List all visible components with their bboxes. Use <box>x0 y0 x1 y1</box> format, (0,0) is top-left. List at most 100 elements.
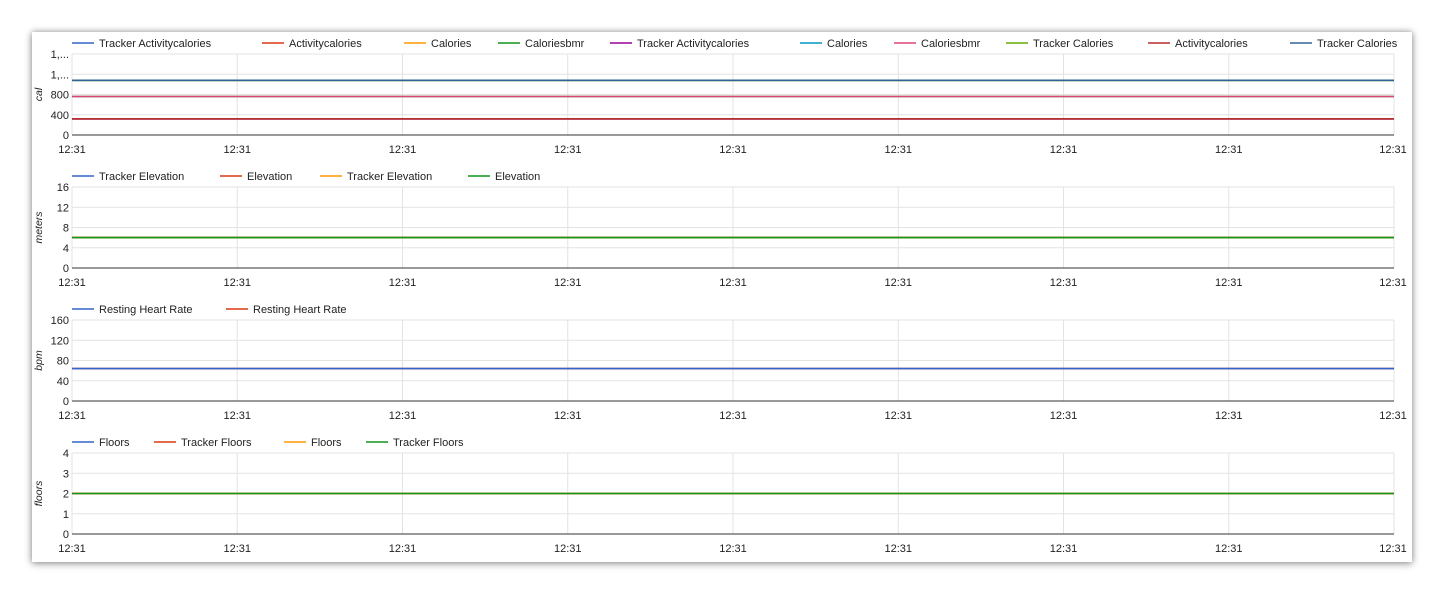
x-tick-label: 12:31 <box>1215 543 1243 555</box>
legend-item[interactable]: Caloriesbmr <box>498 38 585 50</box>
y-tick-label: 80 <box>57 356 69 368</box>
legend-label: Activitycalories <box>1175 38 1248 50</box>
y-tick-label: 4 <box>63 448 69 460</box>
x-tick-label: 12:31 <box>1379 277 1407 289</box>
x-tick-label: 12:31 <box>1379 144 1407 156</box>
legend-item[interactable]: Calories <box>404 38 472 50</box>
legend-label: Tracker Activitycalories <box>99 38 212 50</box>
x-tick-label: 12:31 <box>1050 543 1078 555</box>
legend-item[interactable]: Resting Heart Rate <box>226 304 347 316</box>
elevation-chart: 0 4 8 12 16 12:31 12:31 12:31 12:31 12:31 12:31 12:… <box>33 171 1407 289</box>
legend-item[interactable]: Floors <box>284 437 342 449</box>
y-tick-label: 4 <box>63 243 69 255</box>
x-tick-label: 12:31 <box>719 277 747 289</box>
y-axis-title: cal <box>33 87 45 101</box>
y-tick-label: 1,... <box>51 49 69 61</box>
legend-item[interactable]: Tracker Floors <box>366 437 464 449</box>
y-axis-title: bpm <box>33 350 45 371</box>
x-tick-label: 12:31 <box>223 277 251 289</box>
legend-label: Tracker Floors <box>393 437 464 449</box>
y-tick-label: 2 <box>63 489 69 501</box>
x-tick-label: 12:31 <box>1050 144 1078 156</box>
y-tick-label: 120 <box>51 335 69 347</box>
x-tick-label: 12:31 <box>884 543 912 555</box>
legend-label: Floors <box>99 437 130 449</box>
y-tick-label: 40 <box>57 376 69 388</box>
legend-label: Tracker Elevation <box>99 171 184 183</box>
legend-item[interactable]: Caloriesbmr <box>894 38 981 50</box>
x-tick-label: 12:31 <box>719 410 747 422</box>
y-tick-label: 800 <box>51 90 69 102</box>
legend-item[interactable]: Activitycalories <box>262 38 362 50</box>
legend-item[interactable]: Tracker Elevation <box>320 171 432 183</box>
legend-item[interactable]: Calories <box>800 38 868 50</box>
x-tick-label: 12:31 <box>719 144 747 156</box>
legend-label: Tracker Elevation <box>347 171 432 183</box>
x-tick-label: 12:31 <box>1379 410 1407 422</box>
x-tick-label: 12:31 <box>884 144 912 156</box>
legend-item[interactable]: Elevation <box>468 171 540 183</box>
y-tick-label: 8 <box>63 223 69 235</box>
x-tick-label: 12:31 <box>223 543 251 555</box>
x-tick-label: 12:31 <box>223 410 251 422</box>
legend-label: Floors <box>311 437 342 449</box>
legend-label: Caloriesbmr <box>525 38 585 50</box>
x-tick-label: 12:31 <box>389 144 417 156</box>
legend-label: Resting Heart Rate <box>253 304 347 316</box>
y-tick-label: 1,... <box>51 69 69 81</box>
legend-item[interactable]: Tracker Floors <box>154 437 252 449</box>
y-tick-label: 0 <box>63 130 69 142</box>
y-axis-title: floors <box>33 480 45 506</box>
heart-rate-chart: 0 40 80 120 160 12:31 12:31 12:31 12:31 12:31 12:3… <box>33 304 1407 422</box>
legend-label: Tracker Calories <box>1033 38 1114 50</box>
x-tick-label: 12:31 <box>389 277 417 289</box>
y-tick-label: 16 <box>57 182 69 194</box>
x-tick-label: 12:31 <box>223 144 251 156</box>
x-tick-label: 12:31 <box>884 410 912 422</box>
x-tick-label: 12:31 <box>389 410 417 422</box>
legend-label: Caloriesbmr <box>921 38 981 50</box>
y-tick-label: 0 <box>63 529 69 541</box>
legend-item[interactable]: Resting Heart Rate <box>72 304 193 316</box>
x-tick-label: 12:31 <box>389 543 417 555</box>
calories-chart: 0 400 800 1,... 1,... 12:31 12:31 12:31 12:31 12:… <box>33 38 1407 156</box>
x-tick-label: 12:31 <box>58 144 86 156</box>
y-tick-label: 0 <box>63 263 69 275</box>
x-tick-label: 12:31 <box>1215 144 1243 156</box>
legend-item[interactable]: Tracker Calories <box>1290 38 1398 50</box>
y-axis-title: meters <box>33 211 45 244</box>
legend-label: Tracker Calories <box>1317 38 1398 50</box>
x-tick-label: 12:31 <box>1050 410 1078 422</box>
legend-item[interactable]: Activitycalories <box>1148 38 1248 50</box>
x-tick-label: 12:31 <box>58 543 86 555</box>
x-tick-label: 12:31 <box>554 144 582 156</box>
x-tick-label: 12:31 <box>1215 277 1243 289</box>
legend-item[interactable]: Tracker Activitycalories <box>610 38 750 50</box>
legend-label: Activitycalories <box>289 38 362 50</box>
y-tick-label: 3 <box>63 468 69 480</box>
y-tick-label: 1 <box>63 509 69 521</box>
legend-label: Elevation <box>495 171 540 183</box>
x-tick-label: 12:31 <box>554 410 582 422</box>
x-tick-label: 12:31 <box>554 277 582 289</box>
x-tick-label: 12:31 <box>1215 410 1243 422</box>
y-tick-label: 0 <box>63 396 69 408</box>
legend-label: Elevation <box>247 171 292 183</box>
legend-item[interactable]: Elevation <box>220 171 292 183</box>
x-tick-label: 12:31 <box>719 543 747 555</box>
legend-item[interactable]: Tracker Elevation <box>72 171 184 183</box>
legend-item[interactable]: Tracker Activitycalories <box>72 38 212 50</box>
x-tick-label: 12:31 <box>884 277 912 289</box>
y-tick-label: 160 <box>51 315 69 327</box>
x-tick-label: 12:31 <box>58 277 86 289</box>
legend-item[interactable]: Floors <box>72 437 130 449</box>
legend-label: Calories <box>827 38 868 50</box>
legend-label: Calories <box>431 38 472 50</box>
legend-label: Tracker Activitycalories <box>637 38 750 50</box>
x-tick-label: 12:31 <box>58 410 86 422</box>
x-tick-label: 12:31 <box>554 543 582 555</box>
legend-item[interactable]: Tracker Calories <box>1006 38 1114 50</box>
floors-chart: 0 1 2 3 4 12:31 12:31 12:31 12:31 12:31 12:31 12:31… <box>33 437 1407 555</box>
x-tick-label: 12:31 <box>1379 543 1407 555</box>
x-tick-label: 12:31 <box>1050 277 1078 289</box>
